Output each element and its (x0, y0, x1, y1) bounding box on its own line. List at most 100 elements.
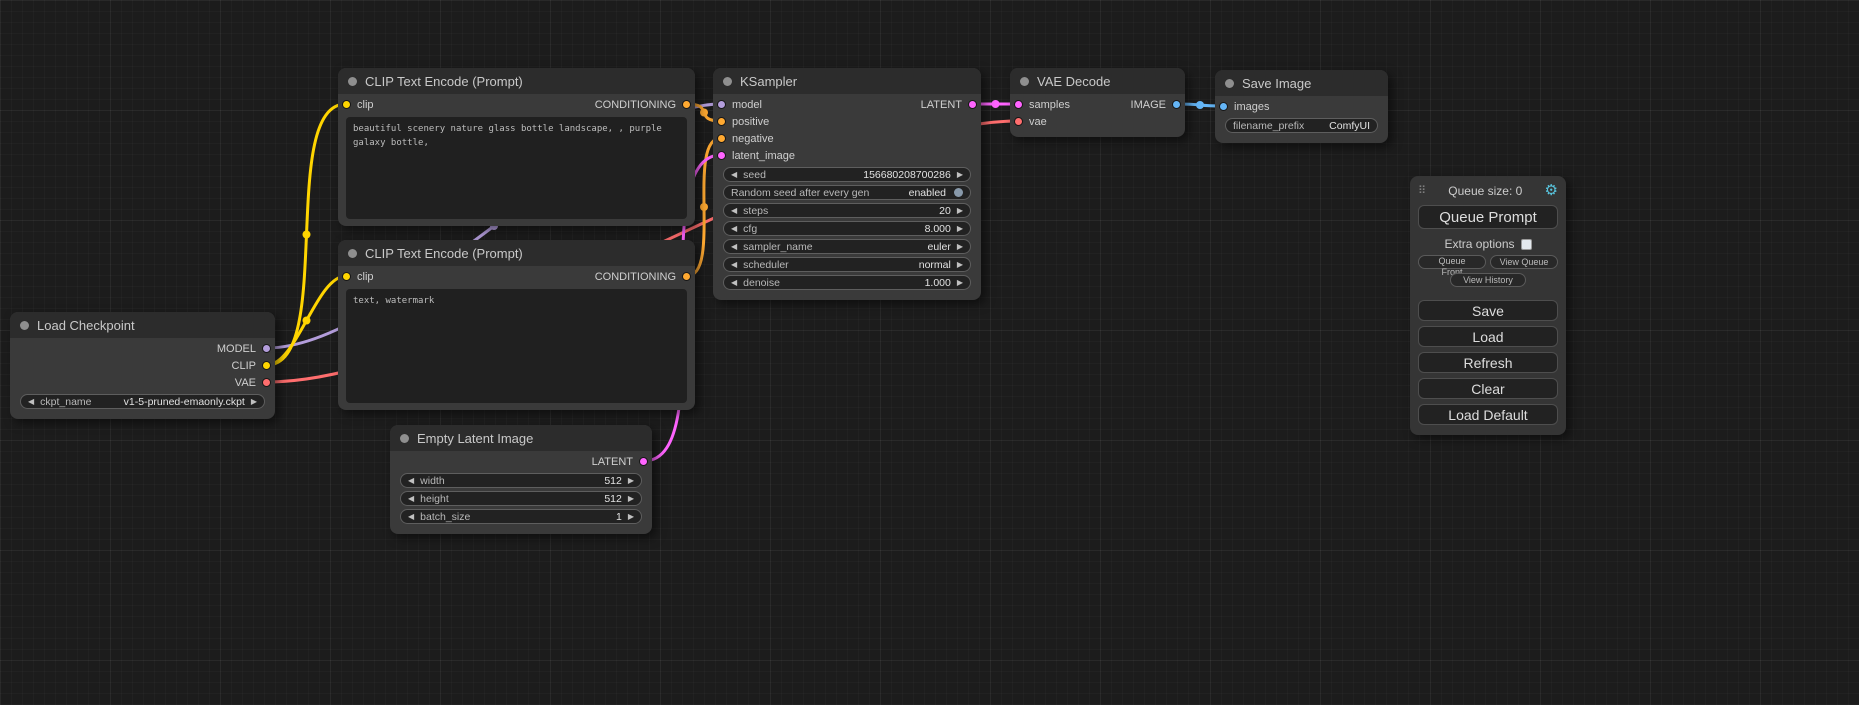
decrement-icon[interactable]: ◀ (731, 171, 737, 179)
widget-filename-prefix[interactable]: filename_prefix ComfyUI (1225, 118, 1378, 133)
output-slot-conditioning[interactable]: CONDITIONING (595, 96, 695, 113)
increment-icon[interactable]: ▶ (957, 261, 963, 269)
node-title-bar[interactable]: Load Checkpoint (10, 312, 275, 338)
widget-ckpt-name[interactable]: ◀ ckpt_name v1-5-pruned-emaonly.ckpt ▶ (20, 394, 265, 409)
output-slot-vae[interactable]: VAE (235, 374, 275, 391)
output-port-conditioning[interactable] (682, 100, 691, 109)
load-button[interactable]: Load (1418, 326, 1558, 347)
node-save-image[interactable]: Save Image images filename_prefix ComfyU… (1215, 70, 1388, 143)
decrement-icon[interactable]: ◀ (408, 495, 414, 503)
node-ksampler[interactable]: KSampler model LATENT positive (713, 68, 981, 300)
widget-steps[interactable]: ◀ steps 20 ▶ (723, 203, 971, 218)
node-graph-canvas[interactable]: Load Checkpoint MODEL CLIP VAE (0, 0, 1859, 705)
decrement-icon[interactable]: ◀ (731, 279, 737, 287)
output-slot-latent[interactable]: LATENT (592, 453, 652, 470)
toggle-indicator[interactable] (954, 188, 963, 197)
refresh-button[interactable]: Refresh (1418, 352, 1558, 373)
output-port-vae[interactable] (262, 378, 271, 387)
collapse-dot[interactable] (348, 77, 357, 86)
increment-icon[interactable]: ▶ (628, 477, 634, 485)
collapse-dot[interactable] (20, 321, 29, 330)
collapse-dot[interactable] (723, 77, 732, 86)
prompt-textarea[interactable]: text, watermark (346, 289, 687, 403)
increment-icon[interactable]: ▶ (957, 243, 963, 251)
output-slot-model[interactable]: MODEL (217, 340, 275, 357)
widget-height[interactable]: ◀ height 512 ▶ (400, 491, 642, 506)
output-slot-conditioning[interactable]: CONDITIONING (595, 268, 695, 285)
node-load-checkpoint[interactable]: Load Checkpoint MODEL CLIP VAE (10, 312, 275, 419)
widget-seed[interactable]: ◀ seed 156680208700286 ▶ (723, 167, 971, 182)
output-port-model[interactable] (262, 344, 271, 353)
input-slot-samples[interactable]: samples (1010, 96, 1070, 113)
input-port-latent-image[interactable] (717, 151, 726, 160)
node-empty-latent-image[interactable]: Empty Latent Image LATENT ◀ width 512 ▶ … (390, 425, 652, 534)
increment-icon[interactable]: ▶ (957, 225, 963, 233)
widget-scheduler[interactable]: ◀ scheduler normal ▶ (723, 257, 971, 272)
increment-icon[interactable]: ▶ (957, 207, 963, 215)
view-history-button[interactable]: View History (1450, 273, 1526, 287)
output-slot-clip[interactable]: CLIP (232, 357, 275, 374)
decrement-icon[interactable]: ◀ (28, 398, 34, 406)
save-button[interactable]: Save (1418, 300, 1558, 321)
output-slot-image[interactable]: IMAGE (1131, 96, 1185, 113)
view-queue-button[interactable]: View Queue (1490, 255, 1558, 269)
output-port-latent[interactable] (639, 457, 648, 466)
decrement-icon[interactable]: ◀ (731, 261, 737, 269)
input-slot-positive[interactable]: positive (713, 113, 769, 130)
node-title-bar[interactable]: Save Image (1215, 70, 1388, 96)
output-slot-latent[interactable]: LATENT (921, 96, 981, 113)
collapse-dot[interactable] (1020, 77, 1029, 86)
input-slot-model[interactable]: model (713, 96, 762, 113)
node-title-bar[interactable]: CLIP Text Encode (Prompt) (338, 68, 695, 94)
node-clip-text-encode-negative[interactable]: CLIP Text Encode (Prompt) clip CONDITION… (338, 240, 695, 410)
load-default-button[interactable]: Load Default (1418, 404, 1558, 425)
input-port-clip[interactable] (342, 100, 351, 109)
drag-handle-icon[interactable]: ⠿ (1418, 184, 1426, 197)
input-port-negative[interactable] (717, 134, 726, 143)
decrement-icon[interactable]: ◀ (731, 243, 737, 251)
increment-icon[interactable]: ▶ (628, 495, 634, 503)
widget-denoise[interactable]: ◀ denoise 1.000 ▶ (723, 275, 971, 290)
node-title-bar[interactable]: CLIP Text Encode (Prompt) (338, 240, 695, 266)
decrement-icon[interactable]: ◀ (731, 225, 737, 233)
input-port-model[interactable] (717, 100, 726, 109)
widget-batch-size[interactable]: ◀ batch_size 1 ▶ (400, 509, 642, 524)
queue-prompt-button[interactable]: Queue Prompt (1418, 205, 1558, 229)
widget-random-seed-toggle[interactable]: Random seed after every gen enabled (723, 185, 971, 200)
extra-options-checkbox[interactable] (1521, 239, 1532, 250)
input-slot-negative[interactable]: negative (713, 130, 774, 147)
widget-cfg[interactable]: ◀ cfg 8.000 ▶ (723, 221, 971, 236)
input-slot-clip[interactable]: clip (338, 268, 374, 285)
node-title-bar[interactable]: KSampler (713, 68, 981, 94)
output-port-image[interactable] (1172, 100, 1181, 109)
input-slot-images[interactable]: images (1215, 98, 1269, 115)
node-title-bar[interactable]: VAE Decode (1010, 68, 1185, 94)
decrement-icon[interactable]: ◀ (408, 477, 414, 485)
output-port-clip[interactable] (262, 361, 271, 370)
input-slot-clip[interactable]: clip (338, 96, 374, 113)
increment-icon[interactable]: ▶ (251, 398, 257, 406)
node-clip-text-encode-positive[interactable]: CLIP Text Encode (Prompt) clip CONDITION… (338, 68, 695, 226)
input-port-positive[interactable] (717, 117, 726, 126)
node-title-bar[interactable]: Empty Latent Image (390, 425, 652, 451)
collapse-dot[interactable] (1225, 79, 1234, 88)
queue-front-button[interactable]: Queue Front (1418, 255, 1486, 269)
decrement-icon[interactable]: ◀ (408, 513, 414, 521)
input-port-clip[interactable] (342, 272, 351, 281)
input-port-images[interactable] (1219, 102, 1228, 111)
prompt-textarea[interactable]: beautiful scenery nature glass bottle la… (346, 117, 687, 219)
input-port-samples[interactable] (1014, 100, 1023, 109)
input-port-vae[interactable] (1014, 117, 1023, 126)
increment-icon[interactable]: ▶ (628, 513, 634, 521)
decrement-icon[interactable]: ◀ (731, 207, 737, 215)
output-port-conditioning[interactable] (682, 272, 691, 281)
collapse-dot[interactable] (400, 434, 409, 443)
widget-width[interactable]: ◀ width 512 ▶ (400, 473, 642, 488)
input-slot-vae[interactable]: vae (1010, 113, 1047, 130)
widget-sampler-name[interactable]: ◀ sampler_name euler ▶ (723, 239, 971, 254)
collapse-dot[interactable] (348, 249, 357, 258)
increment-icon[interactable]: ▶ (957, 279, 963, 287)
settings-gear-icon[interactable]: ⚙ (1545, 183, 1558, 198)
input-slot-latent-image[interactable]: latent_image (713, 147, 795, 164)
node-vae-decode[interactable]: VAE Decode samples IMAGE vae (1010, 68, 1185, 137)
